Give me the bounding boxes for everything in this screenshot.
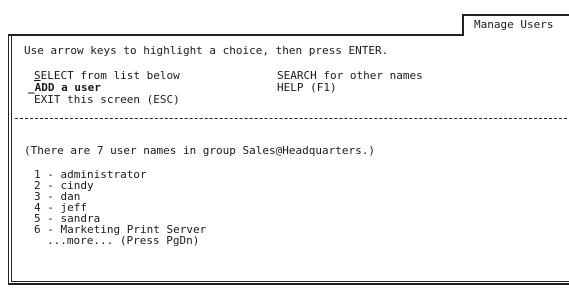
panel-inner-border-left <box>11 36 12 282</box>
group-info-text: (There are 7 user names in group Sales@H… <box>24 144 375 157</box>
panel-inner-border-bottom <box>11 281 569 282</box>
tab-label: Manage Users <box>474 18 554 31</box>
menu-item-help[interactable]: HELP (F1) <box>277 81 337 94</box>
instructions-text: Use arrow keys to highlight a choice, th… <box>24 44 389 57</box>
tab-manage-users[interactable]: Manage Users <box>462 14 569 38</box>
section-divider <box>15 118 567 119</box>
user-index: 6 <box>34 223 41 236</box>
menu-item-exit[interactable]: EXIT this screen (ESC) <box>34 93 180 106</box>
more-indicator[interactable]: ...more... (Press PgDn) <box>47 234 199 247</box>
